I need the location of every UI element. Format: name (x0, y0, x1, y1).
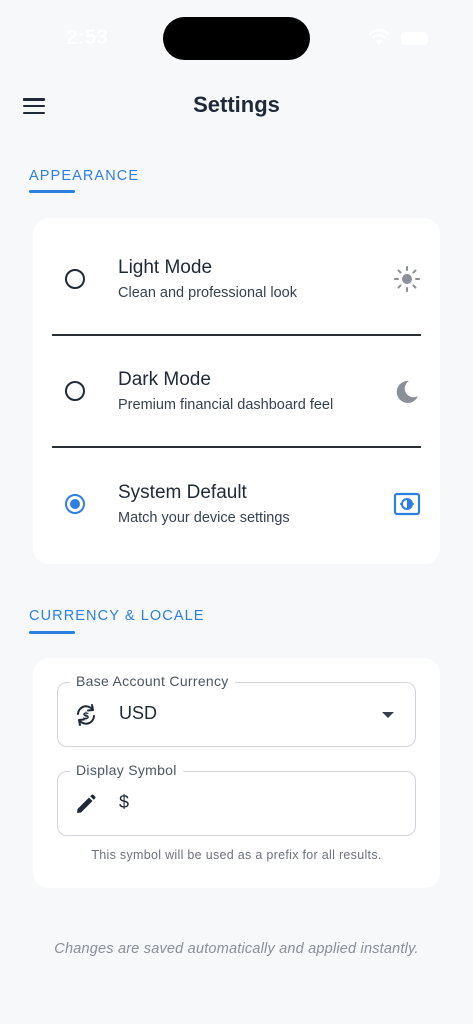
moon-icon (396, 380, 418, 403)
display-symbol-field[interactable]: Display Symbol $ (57, 762, 416, 836)
pencil-icon (77, 794, 96, 813)
currency-section-underline (29, 631, 75, 634)
footer-note: Changes are saved automatically and appl… (54, 941, 419, 957)
battery-icon (401, 32, 428, 45)
system-default-subtitle: Match your device settings (118, 510, 290, 526)
page-title: Settings (193, 92, 280, 117)
system-default-title: System Default (118, 482, 247, 503)
dynamic-island (163, 17, 310, 60)
base-currency-label: Base Account Currency (70, 673, 235, 689)
appearance-section-underline (29, 190, 75, 193)
base-currency-select[interactable]: Base Account Currency $ USD (57, 673, 416, 747)
chevron-down-icon[interactable] (382, 712, 394, 718)
option-light-mode[interactable]: Light Mode Clean and professional look (33, 218, 440, 330)
option-dark-mode[interactable]: Dark Mode Premium financial dashboard fe… (33, 335, 440, 447)
wifi-icon (368, 29, 390, 45)
appearance-section-header: APPEARANCE (29, 168, 140, 184)
brightness-auto-icon (393, 492, 421, 516)
dark-mode-radio[interactable] (65, 381, 85, 401)
display-symbol-value: $ (119, 792, 130, 812)
appearance-card: Light Mode Clean and professional look D… (33, 218, 440, 564)
dark-mode-title: Dark Mode (118, 369, 211, 390)
helper-text: This symbol will be used as a prefix for… (91, 848, 382, 862)
light-mode-title: Light Mode (118, 257, 213, 278)
light-mode-subtitle: Clean and professional look (118, 285, 297, 301)
currency-section-header: CURRENCY & LOCALE (29, 608, 205, 624)
svg-text:$: $ (83, 711, 90, 722)
currency-exchange-icon: $ (77, 704, 95, 726)
option-system-default[interactable]: System Default Match your device setting… (33, 448, 440, 560)
system-default-radio[interactable] (65, 494, 85, 514)
currency-card: Base Account Currency $ USD Display Symb… (33, 658, 440, 888)
status-time: 2:53 (66, 26, 109, 49)
sun-icon (394, 266, 420, 292)
light-mode-radio[interactable] (65, 269, 85, 289)
dark-mode-subtitle: Premium financial dashboard feel (118, 397, 334, 413)
display-symbol-label: Display Symbol (70, 762, 183, 778)
settings-screen: 2:53 Settings APPEARANCE Light Mode Clea… (0, 0, 473, 1024)
base-currency-value: USD (119, 703, 158, 723)
